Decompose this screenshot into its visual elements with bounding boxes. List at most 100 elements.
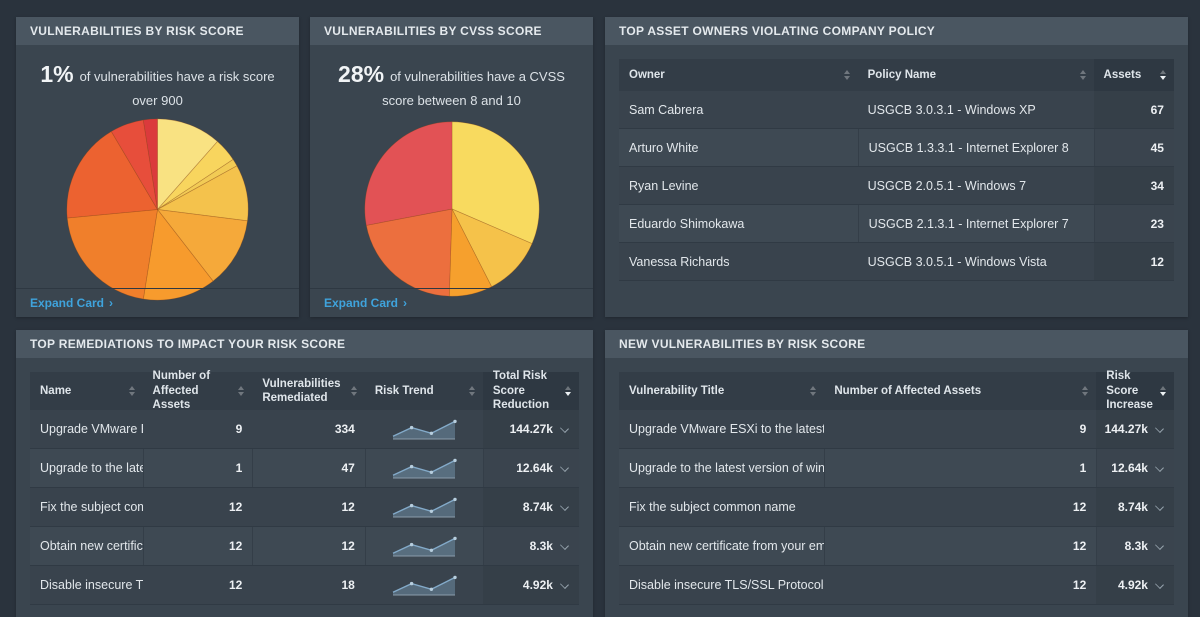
pie-slice-5[interactable] — [364, 121, 451, 225]
table-row[interactable]: Fix the subject common name12 8.74k — [619, 488, 1174, 527]
risk-trend-sparkline — [391, 534, 457, 558]
sort-up-icon — [238, 386, 244, 390]
risk-score-value: 8.74k — [523, 500, 553, 514]
table-row[interactable]: Upgrade VMware ES...9334144.27k — [30, 410, 579, 449]
table-row[interactable]: Upgrade to the latest version of windows… — [619, 449, 1174, 488]
assets-count-cell: 34 — [1094, 167, 1174, 204]
column-header-number-of-affected-assets[interactable]: Number of Affected Assets — [143, 372, 253, 410]
card-title-remediations: TOP REMEDIATIONS TO IMPACT YOUR RISK SCO… — [16, 330, 593, 358]
risk-score-value: 8.74k — [1118, 500, 1148, 514]
stat-text: of vulnerabilities have a risk score ove… — [80, 69, 275, 108]
sort-arrows-icon — [129, 386, 135, 396]
risk-trend-cell — [365, 527, 483, 565]
sort-arrows-icon — [1082, 386, 1088, 396]
remediation-name-cell: Disable insecure TLS.. — [30, 566, 143, 604]
risk-score-stat: 1%of vulnerabilities have a risk score o… — [16, 45, 299, 114]
column-header-name[interactable]: Name — [30, 372, 143, 410]
vulnerabilities-remediated-cell: 334 — [252, 410, 365, 448]
risk-score-value: 4.92k — [523, 578, 553, 592]
column-header-owner[interactable]: Owner — [619, 59, 858, 91]
pie-slice-7[interactable] — [67, 209, 157, 299]
card-title-new-vulnerabilities: NEW VULNERABILITIES BY RISK SCORE — [605, 330, 1188, 358]
risk-score-pie-chart[interactable] — [65, 117, 250, 302]
card-title-text: TOP REMEDIATIONS TO IMPACT YOUR RISK SCO… — [30, 337, 345, 351]
table-row[interactable]: Fix the subject com...12128.74k — [30, 488, 579, 527]
policy-name-cell: USGCB 2.0.5.1 - Windows 7 — [858, 167, 1094, 204]
sort-arrows-icon — [844, 70, 850, 80]
vulnerability-title-cell: Upgrade VMware ESXi to the latest — [619, 410, 824, 448]
affected-assets-cell: 12 — [143, 527, 253, 565]
column-header-vulnerability-title[interactable]: Vulnerability Title — [619, 372, 824, 410]
card-title-text: NEW VULNERABILITIES BY RISK SCORE — [619, 337, 865, 351]
column-header-risk-trend[interactable]: Risk Trend — [365, 372, 483, 410]
table-row[interactable]: Upgrade VMware ESXi to the latest9144.27… — [619, 410, 1174, 449]
expand-row-chevron-icon[interactable] — [561, 464, 569, 472]
remediation-name-cell: Obtain new certificat... — [30, 527, 143, 565]
vulnerability-title-cell: Obtain new certificate from your employe… — [619, 527, 824, 565]
cvss-score-stat: 28%of vulnerabilities have a CVSS score … — [310, 45, 593, 114]
table-row[interactable]: Upgrade to the lates...14712.64k — [30, 449, 579, 488]
table-header-row: Vulnerability TitleNumber of Affected As… — [619, 372, 1174, 410]
vulnerability-title-cell: Fix the subject common name — [619, 488, 824, 526]
affected-assets-cell: 12 — [824, 488, 1096, 526]
affected-assets-cell: 12 — [824, 527, 1096, 565]
cvss-score-pie-chart[interactable] — [363, 120, 541, 298]
assets-count-cell: 45 — [1094, 129, 1174, 166]
expand-row-chevron-icon[interactable] — [561, 542, 569, 550]
table-row[interactable]: Vanessa RichardsUSGCB 3.0.5.1 - Windows … — [619, 243, 1174, 281]
sort-down-icon — [1082, 392, 1088, 396]
column-header-label: Owner — [629, 68, 838, 82]
remediations-table: NameNumber of Affected AssetsVulnerabili… — [30, 372, 579, 605]
expand-row-chevron-icon[interactable] — [561, 581, 569, 589]
sort-down-icon — [565, 392, 571, 396]
risk-trend-cell — [365, 488, 483, 526]
column-header-total-risk-score-reduction[interactable]: Total Risk Score Reduction — [483, 372, 579, 410]
card-vulnerabilities-by-cvss-score: VULNERABILITIES BY CVSS SCORE 28%of vuln… — [310, 17, 593, 317]
column-header-vulnerabilities-remediated[interactable]: Vulnerabilities Remediated — [252, 372, 365, 410]
column-header-number-of-affected-assets[interactable]: Number of Affected Assets — [824, 372, 1096, 410]
table-row[interactable]: Obtain new certificate from your employe… — [619, 527, 1174, 566]
expand-card-link[interactable]: Expand Card› — [324, 296, 407, 310]
owner-cell: Arturo White — [619, 129, 858, 166]
risk-score-value: 144.27k — [1105, 422, 1148, 436]
expand-row-chevron-icon[interactable] — [1156, 542, 1164, 550]
column-header-label: Total Risk Score Reduction — [493, 369, 559, 412]
column-header-label: Risk Trend — [375, 384, 463, 398]
risk-score-value: 12.64k — [1111, 461, 1148, 475]
column-header-risk-score-increase[interactable]: Risk Score Increase — [1096, 372, 1174, 410]
expand-row-chevron-icon[interactable] — [1156, 503, 1164, 511]
vulnerability-title-cell: Disable insecure TLS/SSL Protocol — [619, 566, 824, 604]
sort-up-icon — [844, 70, 850, 74]
table-row[interactable]: Arturo WhiteUSGCB 1.3.3.1 - Internet Exp… — [619, 129, 1174, 167]
new-vulnerabilities-table: Vulnerability TitleNumber of Affected As… — [619, 372, 1174, 605]
stat-value: 28% — [338, 61, 384, 87]
pie-chart-area — [16, 117, 299, 302]
risk-trend-cell — [365, 449, 483, 487]
table-row[interactable]: Sam CabreraUSGCB 3.0.3.1 - Windows XP67 — [619, 91, 1174, 129]
table-header-row: Owner Policy NameAssets — [619, 59, 1174, 91]
expand-row-chevron-icon[interactable] — [1156, 464, 1164, 472]
expand-row-chevron-icon[interactable] — [1156, 425, 1164, 433]
table-row[interactable]: Disable insecure TLS..12184.92k — [30, 566, 579, 605]
expand-card-link[interactable]: Expand Card› — [30, 296, 113, 310]
card-vulnerabilities-by-risk-score: VULNERABILITIES BY RISK SCORE 1%of vulne… — [16, 17, 299, 317]
sort-up-icon — [469, 386, 475, 390]
column-header-assets[interactable]: Assets — [1094, 59, 1174, 91]
vulnerabilities-remediated-cell: 12 — [252, 488, 365, 526]
column-header-policy-name[interactable]: Policy Name — [858, 59, 1094, 91]
table-row[interactable]: Ryan LevineUSGCB 2.0.5.1 - Windows 734 — [619, 167, 1174, 205]
sort-up-icon — [810, 386, 816, 390]
table-row[interactable]: Eduardo ShimokawaUSGCB 2.1.3.1 - Interne… — [619, 205, 1174, 243]
sort-up-icon — [1160, 70, 1166, 74]
sort-up-icon — [565, 386, 571, 390]
table-row[interactable]: Disable insecure TLS/SSL Protocol124.92k — [619, 566, 1174, 605]
expand-row-chevron-icon[interactable] — [1156, 581, 1164, 589]
risk-trend-sparkline — [391, 417, 457, 441]
risk-trend-sparkline — [391, 573, 457, 597]
sort-down-icon — [1160, 76, 1166, 80]
card-title-text: VULNERABILITIES BY RISK SCORE — [30, 24, 244, 38]
owner-cell: Vanessa Richards — [619, 243, 858, 280]
expand-row-chevron-icon[interactable] — [561, 425, 569, 433]
expand-row-chevron-icon[interactable] — [561, 503, 569, 511]
table-row[interactable]: Obtain new certificat...12128.3k — [30, 527, 579, 566]
